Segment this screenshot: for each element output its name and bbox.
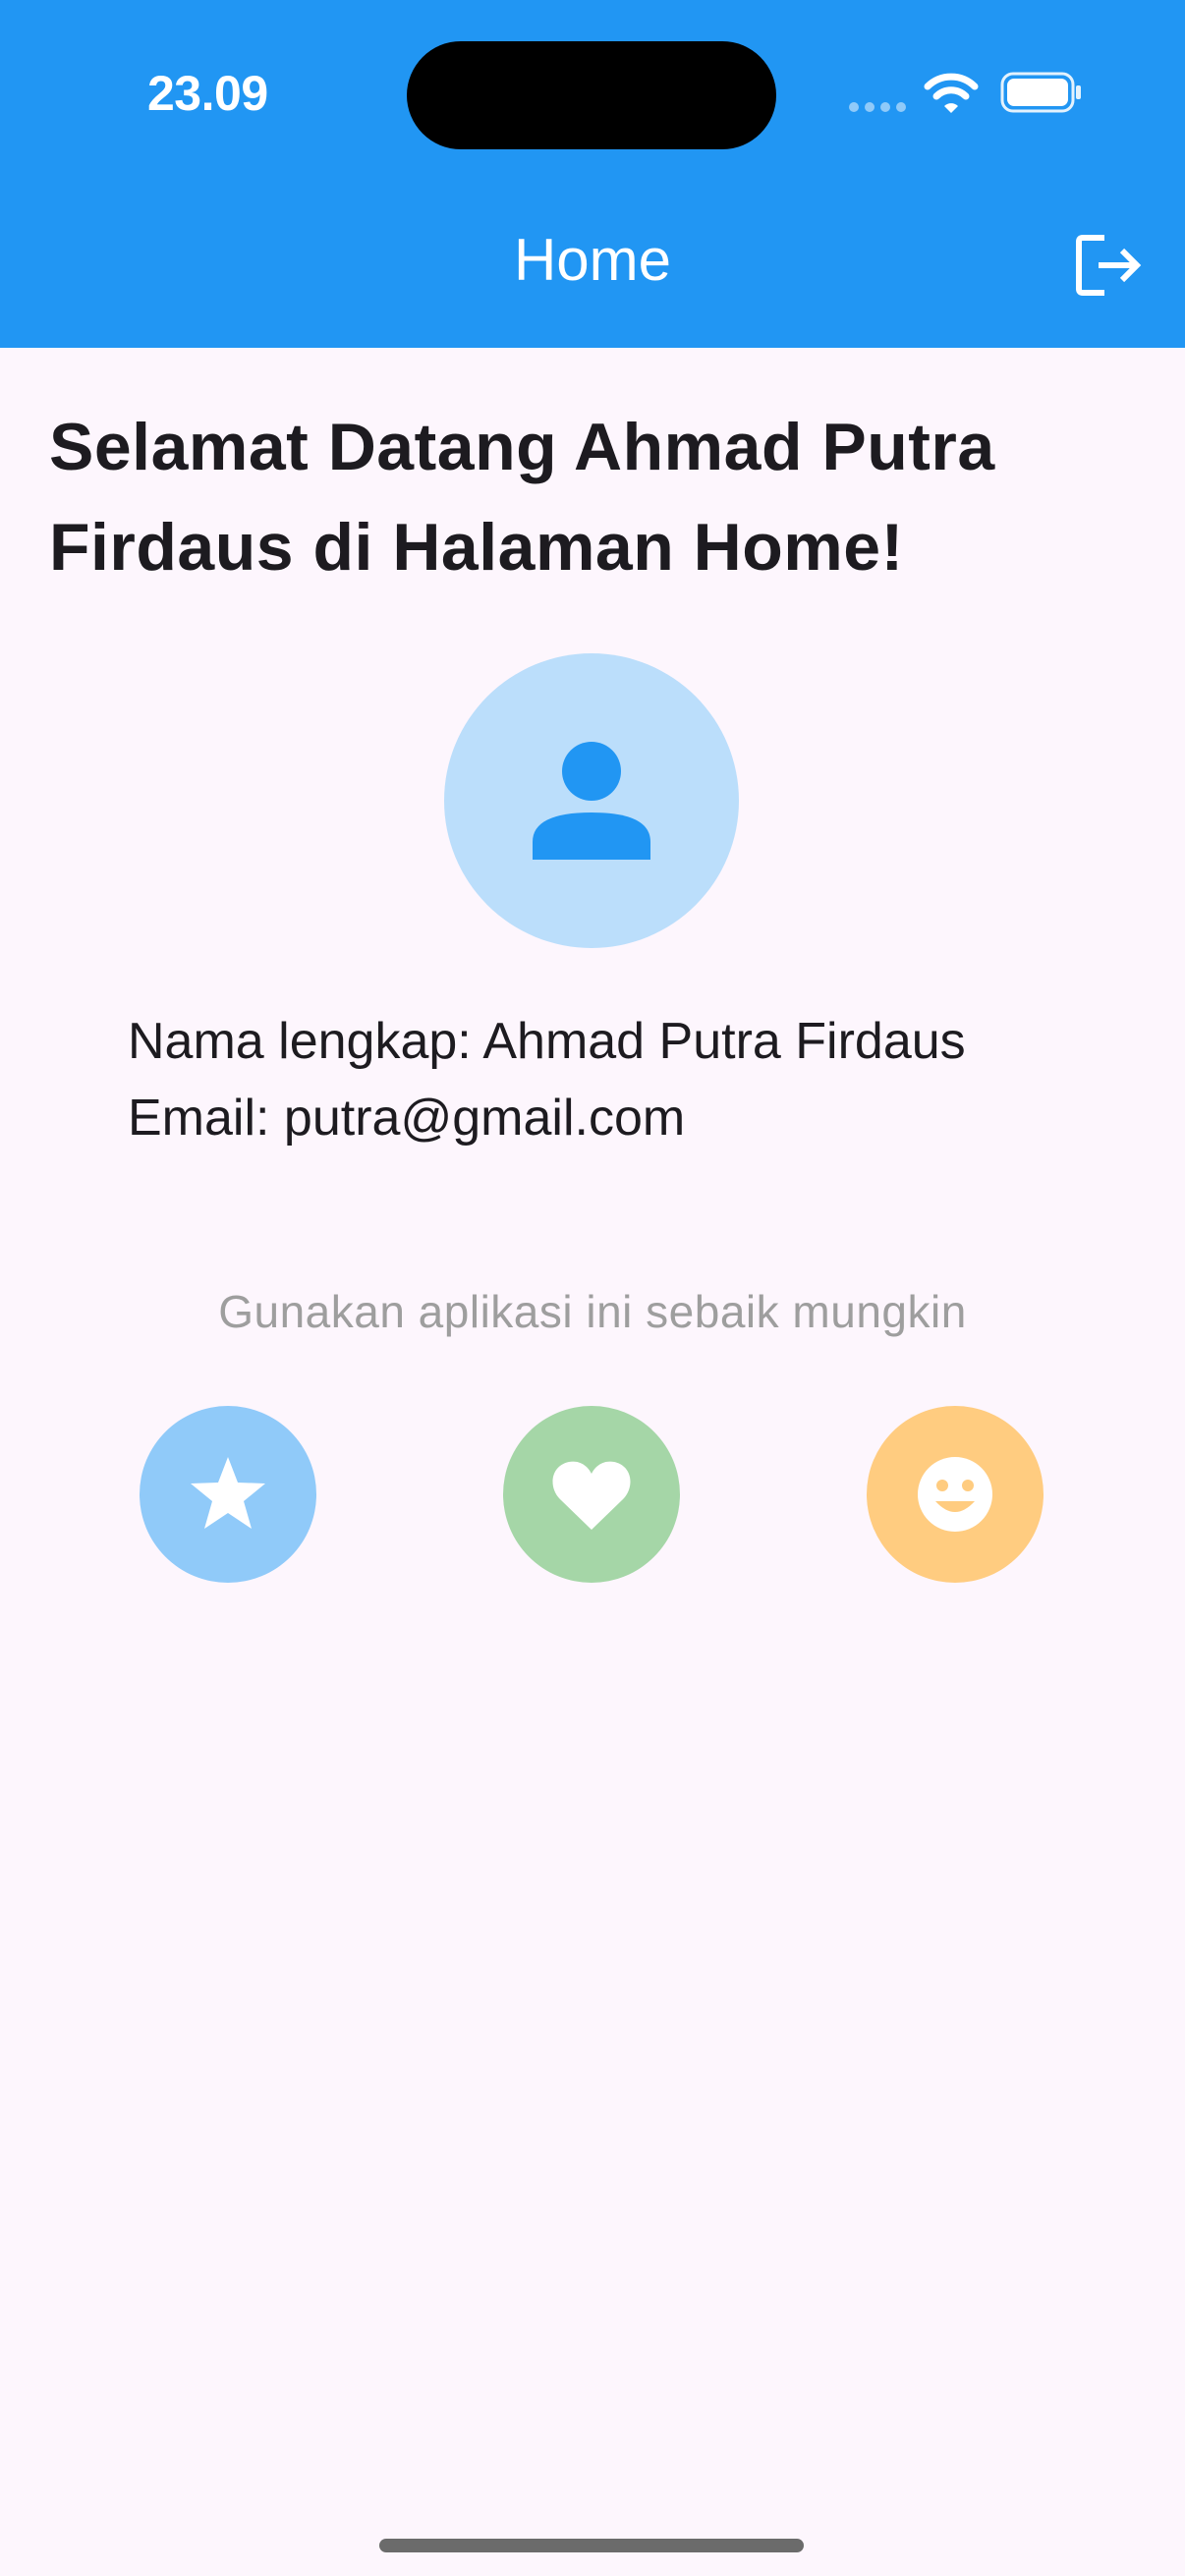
person-icon	[533, 742, 650, 860]
logout-button[interactable]	[1071, 230, 1150, 301]
heart-icon	[552, 1461, 631, 1530]
email-text: Email: putra@gmail.com	[128, 1090, 686, 1147]
wifi-icon	[924, 73, 979, 113]
subtitle-text: Gunakan aplikasi ini sebaik mungkin	[218, 1286, 967, 1337]
battery-icon	[1000, 72, 1081, 113]
smile-icon	[918, 1457, 992, 1532]
welcome-heading: Selamat Datang Ahmad Putra Firdaus di Ha…	[49, 410, 995, 585]
cellular-signal-icon	[849, 102, 906, 112]
star-icon	[191, 1457, 265, 1529]
home-indicator[interactable]	[379, 2539, 804, 2552]
full-name-text: Nama lengkap: Ahmad Putra Firdaus	[128, 1013, 966, 1070]
avatar	[444, 653, 739, 948]
status-time: 23.09	[147, 66, 268, 121]
logout-icon	[1076, 235, 1142, 296]
star-button[interactable]	[140, 1406, 316, 1583]
page-title: Home	[513, 227, 672, 293]
smile-button[interactable]	[867, 1406, 1044, 1583]
heart-button[interactable]	[503, 1406, 680, 1583]
dynamic-island	[407, 41, 776, 149]
app-header: 23.09 Home	[0, 0, 1185, 348]
